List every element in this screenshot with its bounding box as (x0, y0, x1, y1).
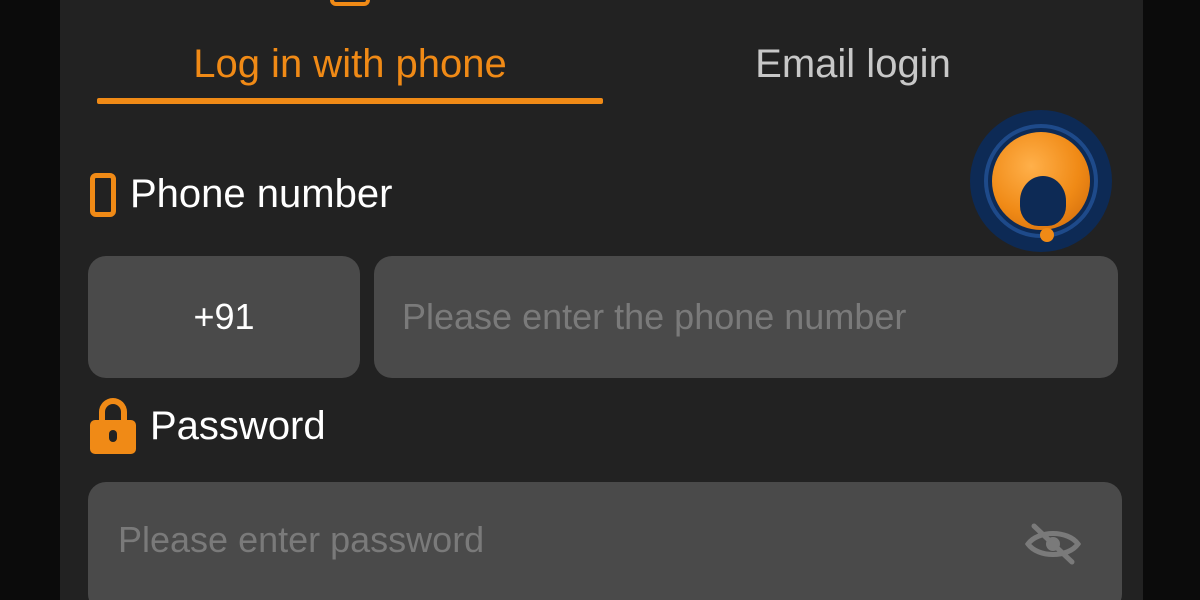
country-code-selector[interactable]: +91 (88, 256, 360, 378)
login-panel: Log in with phone Email login Phone numb… (60, 0, 1143, 600)
country-code-value: +91 (193, 296, 255, 337)
login-tab-icon (330, 0, 370, 6)
support-headset-ring (984, 124, 1098, 238)
tab-email-login-label: Email login (755, 41, 951, 86)
phone-number-label-row: Phone number (90, 172, 392, 217)
support-mic-dot (1040, 228, 1054, 242)
phone-number-label: Phone number (130, 172, 393, 216)
tab-phone-login[interactable]: Log in with phone (97, 22, 603, 106)
customer-support-button[interactable] (970, 110, 1112, 252)
active-tab-indicator (97, 98, 603, 104)
tab-email-login[interactable]: Email login (603, 22, 1103, 106)
login-screen: Log in with phone Email login Phone numb… (0, 0, 1200, 600)
lock-icon (90, 398, 136, 454)
login-tabs: Log in with phone Email login (97, 22, 1107, 112)
password-label: Password (150, 403, 326, 448)
password-input[interactable] (88, 482, 1122, 600)
password-label-row: Password (90, 398, 326, 454)
phone-number-input[interactable] (374, 256, 1118, 378)
lock-body (90, 420, 136, 454)
phone-input-container (374, 256, 1118, 378)
tab-phone-login-label: Log in with phone (193, 41, 507, 86)
eye-hidden-icon[interactable] (1024, 522, 1082, 566)
password-input-container (88, 482, 1122, 600)
phone-icon (90, 172, 116, 217)
lock-keyhole (109, 430, 117, 442)
